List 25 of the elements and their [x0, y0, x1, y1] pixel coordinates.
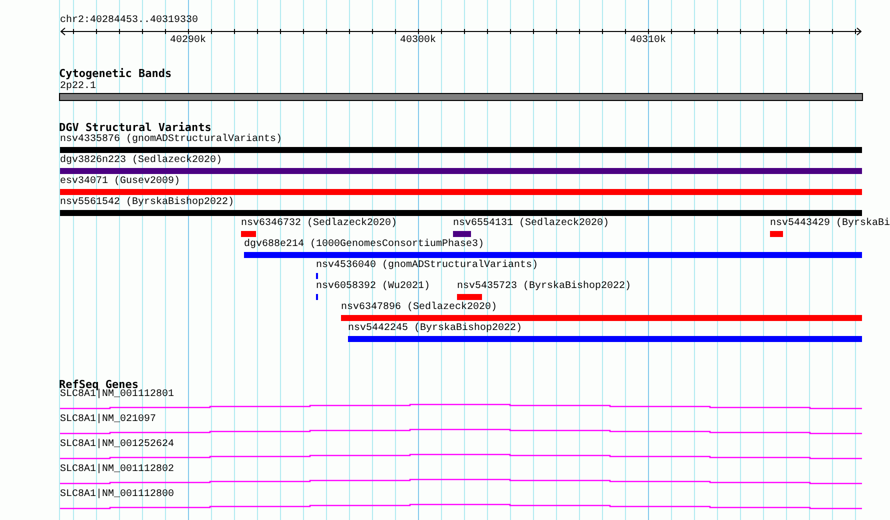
variant-label: dgv688e214 (1000GenomesConsortiumPhase3) [244, 239, 484, 251]
band-label: 2p22.1 [60, 81, 96, 93]
variant-label: nsv5442245 (ByrskaBishop2022) [348, 323, 522, 335]
variant-label: nsv6058392 (Wu2021) [316, 281, 430, 293]
gene-label: SLC8A1|NM_001112800 [60, 489, 174, 501]
gene-label: SLC8A1|NM_001112802 [60, 464, 174, 476]
variant-label: nsv5435723 (ByrskaBishop2022) [457, 281, 632, 293]
gene-label: SLC8A1|NM_021097 [60, 414, 156, 426]
variant-label: nsv4536040 (gnomADStructuralVariants) [316, 260, 538, 272]
variant-label: nsv5561542 (ByrskaBishop2022) [60, 197, 234, 209]
track-title: DGV Structural Variants [59, 121, 212, 134]
variant-label: esv34071 (Gusev2009) [60, 176, 180, 188]
variant-label: nsv6347896 (Sedlazeck2020) [341, 302, 498, 314]
variant-label: nsv6554131 (Sedlazeck2020) [453, 218, 610, 230]
ruler-tick-label: 40310k [628, 35, 667, 47]
variant-label: nsv5443429 (ByrskaBi [770, 218, 890, 230]
variant-label: nsv6346732 (Sedlazeck2020) [241, 218, 398, 230]
gene-label: SLC8A1|NM_001112801 [60, 389, 174, 401]
track-title: Cytogenetic Bands [59, 67, 172, 81]
ruler-tick-label: 40300k [398, 35, 437, 47]
gene-label: SLC8A1|NM_001252624 [60, 439, 174, 451]
location-label: chr2:40284453..40319330 [60, 15, 198, 27]
ruler-tick-label: 40290k [168, 35, 207, 47]
variant-label: nsv4335876 (gnomADStructuralVariants) [60, 134, 282, 146]
variant-label: dgv3826n223 (Sedlazeck2020) [60, 155, 222, 167]
